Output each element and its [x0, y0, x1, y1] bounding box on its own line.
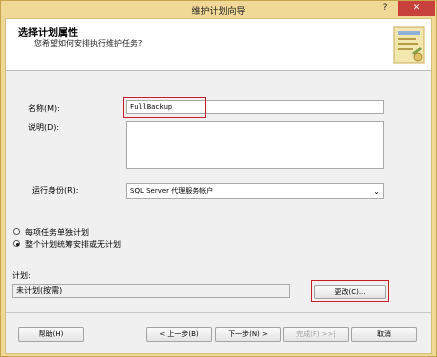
radio-separate-label: 每项任务单独计划: [25, 228, 89, 237]
radio-single-label: 整个计划统筹安排或无计划: [25, 240, 121, 249]
schedule-field: 未计划(按需): [12, 284, 290, 298]
help-button[interactable]: 帮助(H): [18, 327, 84, 342]
radio-separate-schedules[interactable]: [13, 228, 20, 235]
page-subtitle: 您希望如何安排执行维护任务?: [34, 39, 143, 48]
cancel-button[interactable]: 取消: [351, 327, 417, 342]
change-highlight-box: [311, 280, 389, 302]
page-title: 选择计划属性: [18, 28, 78, 39]
description-label: 说明(D):: [28, 123, 60, 132]
radio-single-schedule[interactable]: [13, 240, 20, 247]
wizard-window: 维护计划向导 ? ✕ 选择计划属性 您希望如何安排执行维护任务? 名称(M): …: [0, 0, 437, 357]
finish-button[interactable]: 完成(F) >>|: [283, 327, 349, 342]
run-as-value: SQL Server 代理服务帐户: [130, 187, 214, 195]
next-button[interactable]: 下一步(N) >: [215, 327, 281, 342]
name-label: 名称(M):: [28, 104, 60, 113]
name-highlight-box: [123, 97, 206, 118]
footer-divider: [6, 312, 431, 313]
run-as-select[interactable]: SQL Server 代理服务帐户 ⌄: [126, 183, 384, 199]
schedule-label: 计划:: [12, 271, 31, 280]
back-button[interactable]: < 上一步(B): [146, 327, 212, 342]
dialog-client: 选择计划属性 您希望如何安排执行维护任务? 名称(M): FullBackup …: [5, 18, 432, 354]
window-title: 维护计划向导: [191, 7, 246, 17]
description-field[interactable]: [126, 121, 384, 169]
help-icon[interactable]: ?: [374, 1, 396, 16]
wizard-header: 选择计划属性 您希望如何安排执行维护任务?: [6, 19, 431, 71]
run-as-label: 运行身份(R):: [32, 186, 79, 195]
title-bar[interactable]: 维护计划向导 ? ✕: [1, 1, 436, 18]
close-icon[interactable]: ✕: [398, 1, 435, 16]
wizard-document-icon: [393, 26, 425, 64]
chevron-down-icon: ⌄: [373, 187, 380, 196]
